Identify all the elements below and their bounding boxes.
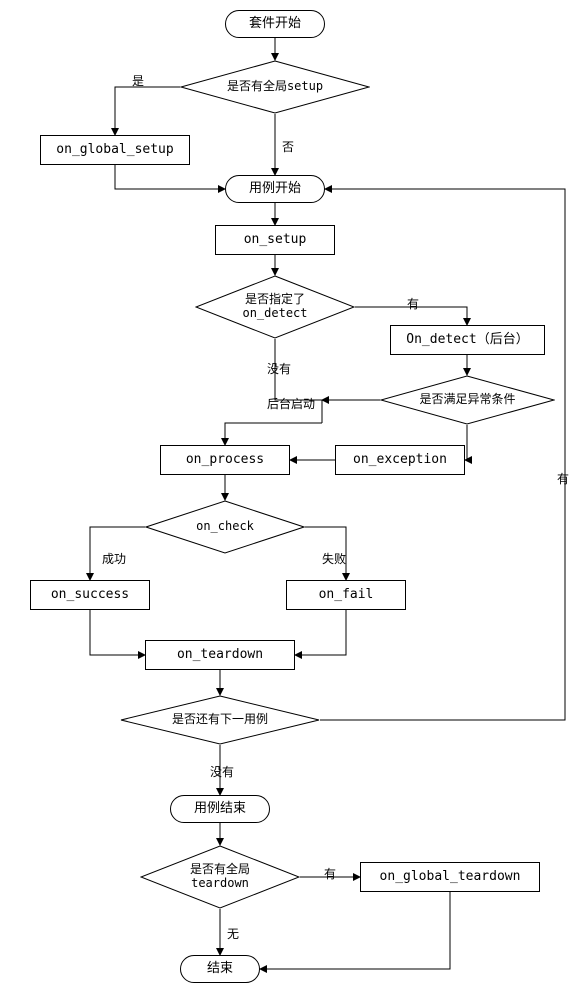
case-end-label: 用例结束 — [194, 801, 246, 818]
on-success-process: on_success — [30, 580, 150, 610]
decision-global-teardown: 是否有全局 teardown — [140, 845, 300, 909]
on-global-setup-process: on_global_setup — [40, 135, 190, 165]
edge-nothave-next: 没有 — [208, 763, 236, 780]
edge-none-gtd: 无 — [225, 925, 241, 942]
on-teardown-label: on_teardown — [177, 647, 263, 664]
edge-have-next: 有 — [555, 470, 571, 487]
decision-next-case-label: 是否还有下一用例 — [172, 713, 268, 727]
start-label: 套件开始 — [249, 16, 301, 33]
case-end-terminator: 用例结束 — [170, 795, 270, 823]
case-start-label: 用例开始 — [249, 181, 301, 198]
decision-on-detect-label: 是否指定了 on_detect — [242, 293, 307, 321]
on-fail-process: on_fail — [286, 580, 406, 610]
on-global-teardown-process: on_global_teardown — [360, 862, 540, 892]
edge-have-gtd: 有 — [322, 865, 338, 882]
on-setup-process: on_setup — [215, 225, 335, 255]
on-success-label: on_success — [51, 587, 129, 604]
on-process-label: on_process — [186, 452, 264, 469]
start-terminator: 套件开始 — [225, 10, 325, 38]
on-teardown-process: on_teardown — [145, 640, 295, 670]
on-global-setup-label: on_global_setup — [56, 142, 173, 159]
case-start-terminator: 用例开始 — [225, 175, 325, 203]
on-fail-label: on_fail — [319, 587, 374, 604]
decision-exception-label: 是否满足异常条件 — [419, 393, 515, 407]
decision-global-teardown-label: 是否有全局 teardown — [190, 863, 250, 891]
on-detect-label: On_detect（后台） — [406, 332, 528, 349]
on-exception-label: on_exception — [353, 452, 447, 469]
on-global-teardown-label: on_global_teardown — [380, 869, 521, 886]
decision-global-setup-label: 是否有全局setup — [227, 80, 323, 94]
edge-yes: 是 — [130, 72, 146, 89]
decision-on-check: on_check — [145, 500, 305, 554]
decision-next-case: 是否还有下一用例 — [120, 695, 320, 745]
edge-fail: 失败 — [320, 550, 348, 567]
end-label: 结束 — [207, 961, 233, 978]
decision-exception: 是否满足异常条件 — [380, 375, 555, 425]
edge-nothave-detect: 没有 — [265, 360, 293, 377]
end-terminator: 结束 — [180, 955, 260, 983]
on-detect-process: On_detect（后台） — [390, 325, 545, 355]
decision-global-setup: 是否有全局setup — [180, 60, 370, 114]
edge-bg-start: 后台启动 — [265, 395, 317, 412]
edge-success: 成功 — [100, 550, 128, 567]
on-setup-label: on_setup — [244, 232, 307, 249]
on-exception-process: on_exception — [335, 445, 465, 475]
on-process-process: on_process — [160, 445, 290, 475]
edge-have-detect: 有 — [405, 295, 421, 312]
decision-on-detect: 是否指定了 on_detect — [195, 275, 355, 339]
edge-no: 否 — [280, 138, 296, 155]
decision-on-check-label: on_check — [196, 520, 254, 534]
